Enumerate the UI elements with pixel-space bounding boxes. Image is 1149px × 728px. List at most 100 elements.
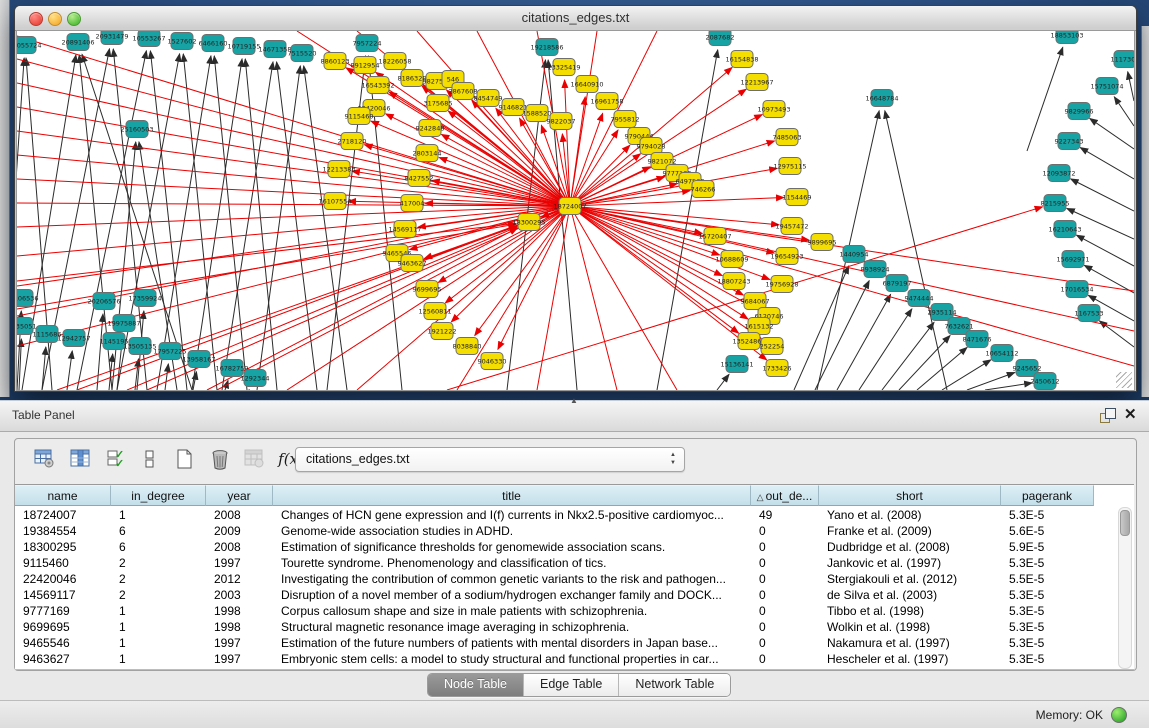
- graph-node[interactable]: 15136141: [720, 356, 753, 373]
- table-row[interactable]: 1456911722003Disruption of a novel membe…: [15, 587, 1120, 603]
- left-panel-edge[interactable]: [0, 0, 10, 397]
- table-row[interactable]: 1830029562008Estimation of significance …: [15, 539, 1120, 555]
- column-header-title[interactable]: title: [273, 485, 751, 506]
- graph-edge[interactable]: [1071, 179, 1134, 211]
- graph-node[interactable]: 10553267: [132, 31, 165, 47]
- graph-node[interactable]: 19975887: [107, 315, 140, 332]
- graph-node[interactable]: 7515520: [288, 45, 317, 62]
- graph-edge[interactable]: [548, 60, 577, 390]
- graph-node[interactable]: 13325419: [547, 59, 580, 76]
- graph-node[interactable]: 12213967: [740, 74, 773, 91]
- show-column-icon[interactable]: [67, 445, 95, 473]
- graph-node[interactable]: 18807243: [717, 273, 750, 290]
- graph-node[interactable]: 19756928: [765, 276, 798, 293]
- tab-node-table[interactable]: Node Table: [428, 674, 524, 696]
- graph-node[interactable]: 3175685: [424, 95, 453, 112]
- graph-edge[interactable]: [17, 131, 570, 206]
- delete-trash-icon[interactable]: [206, 445, 234, 473]
- right-panel-edge[interactable]: [1141, 26, 1149, 397]
- table-row[interactable]: 1938455462009Genome-wide association stu…: [15, 523, 1120, 539]
- graph-edge[interactable]: [17, 206, 570, 256]
- graph-node[interactable]: 26106536: [17, 290, 39, 307]
- graph-node[interactable]: 8471676: [963, 331, 992, 348]
- graph-node[interactable]: 18853103: [1050, 31, 1083, 44]
- graph-node[interactable]: 9684067: [741, 293, 770, 310]
- graph-node[interactable]: 9829966: [1065, 103, 1094, 120]
- graph-node[interactable]: 1921222: [428, 323, 457, 340]
- close-panel-icon[interactable]: ✕: [1124, 405, 1137, 423]
- graph-node[interactable]: 12560811: [418, 303, 451, 320]
- column-checklist-icon[interactable]: ✓✓: [103, 445, 131, 473]
- graph-edge[interactable]: [192, 59, 242, 390]
- graph-node[interactable]: 9463627: [398, 255, 427, 272]
- graph-node[interactable]: 9474444: [905, 290, 934, 307]
- graph-node[interactable]: 2718120: [338, 133, 367, 150]
- graph-edge[interactable]: [214, 56, 247, 390]
- graph-edge[interactable]: [859, 309, 912, 390]
- scrollbar-thumb[interactable]: [1120, 510, 1130, 536]
- graph-node[interactable]: 18226058: [378, 53, 411, 70]
- new-document-icon[interactable]: [171, 445, 199, 473]
- table-row[interactable]: 1872400712008Changes of HCN gene express…: [15, 507, 1120, 523]
- graph-edge[interactable]: [570, 206, 770, 280]
- graph-node[interactable]: 2087682: [706, 31, 735, 46]
- table-row[interactable]: 946362711997Embryonic stem cells: a mode…: [15, 651, 1120, 667]
- window-resize-grip[interactable]: [1116, 372, 1132, 388]
- graph-node[interactable]: 10654112: [985, 345, 1018, 362]
- table-row[interactable]: 911546021997Tourette syndrome. Phenomeno…: [15, 555, 1120, 571]
- graph-node[interactable]: 9899695: [808, 234, 837, 251]
- table-row[interactable]: 977716911998Corpus callosum shape and si…: [15, 603, 1120, 619]
- graph-edge[interactable]: [127, 227, 517, 390]
- graph-edge[interactable]: [17, 59, 570, 206]
- column-header-out_de[interactable]: △out_de...: [751, 485, 819, 506]
- graph-edge[interactable]: [424, 206, 570, 259]
- graph-node[interactable]: 6879197: [883, 275, 912, 292]
- graph-node[interactable]: 15751074: [1090, 78, 1123, 95]
- graph-node[interactable]: 16543392: [361, 77, 394, 94]
- graph-node[interactable]: 20931479: [95, 31, 128, 45]
- graph-edge[interactable]: [17, 206, 570, 227]
- graph-node[interactable]: 14055724: [17, 37, 42, 54]
- graph-edge[interactable]: [837, 294, 891, 390]
- graph-edge[interactable]: [899, 335, 950, 390]
- table-row[interactable]: 946554611997Estimation of the future num…: [15, 635, 1120, 651]
- graph-edge[interactable]: [371, 121, 570, 206]
- graph-node[interactable]: 9242848: [416, 120, 445, 137]
- graph-node[interactable]: 417004: [400, 195, 425, 212]
- graph-node[interactable]: 16640910: [570, 76, 603, 93]
- import-table-disabled-icon[interactable]: [241, 445, 269, 473]
- network-view-window[interactable]: citations_edges.txt 18724007183002958860…: [14, 5, 1137, 392]
- graph-node[interactable]: 252254: [760, 338, 785, 355]
- memory-status-indicator[interactable]: [1111, 707, 1127, 723]
- graph-node[interactable]: 8860123: [321, 53, 350, 70]
- graph-edge[interactable]: [717, 374, 729, 390]
- graph-node[interactable]: 9699695: [413, 281, 442, 298]
- graph-node[interactable]: 9794028: [637, 138, 666, 155]
- graph-node[interactable]: 7957224: [353, 35, 382, 52]
- graph-edge[interactable]: [17, 224, 516, 309]
- table-selector-dropdown[interactable]: citations_edges.txt ▲▼: [295, 447, 685, 472]
- graph-node[interactable]: 1154469: [783, 189, 812, 206]
- graph-edge[interactable]: [1067, 208, 1134, 239]
- graph-edge[interactable]: [222, 62, 273, 390]
- network-canvas[interactable]: 1872400718300295886012389129541822605816…: [16, 30, 1135, 391]
- graph-edge[interactable]: [1114, 97, 1134, 126]
- graph-node[interactable]: 8938924: [861, 261, 890, 278]
- table-row[interactable]: 969969511998Structural magnetic resonanc…: [15, 619, 1120, 635]
- vertical-scrollbar[interactable]: [1118, 507, 1132, 669]
- graph-edge[interactable]: [165, 364, 168, 390]
- graph-node[interactable]: 9227343: [1055, 133, 1084, 150]
- column-header-year[interactable]: year: [206, 485, 273, 506]
- graph-edge[interactable]: [1090, 118, 1134, 149]
- graph-node[interactable]: 1167533: [1075, 305, 1104, 322]
- graph-edge[interactable]: [967, 372, 1015, 390]
- window-titlebar[interactable]: citations_edges.txt: [15, 6, 1136, 31]
- graph-edge[interactable]: [1080, 148, 1134, 179]
- graph-edge[interactable]: [917, 347, 967, 390]
- graph-node[interactable]: 8215955: [1041, 195, 1070, 212]
- graph-node[interactable]: 12975115: [773, 158, 806, 175]
- table-row[interactable]: 2242004622012Investigating the contribut…: [15, 571, 1120, 587]
- graph-node[interactable]: 20206576: [87, 293, 120, 310]
- graph-node[interactable]: 9046330: [478, 353, 507, 370]
- column-header-short[interactable]: short: [819, 485, 1001, 506]
